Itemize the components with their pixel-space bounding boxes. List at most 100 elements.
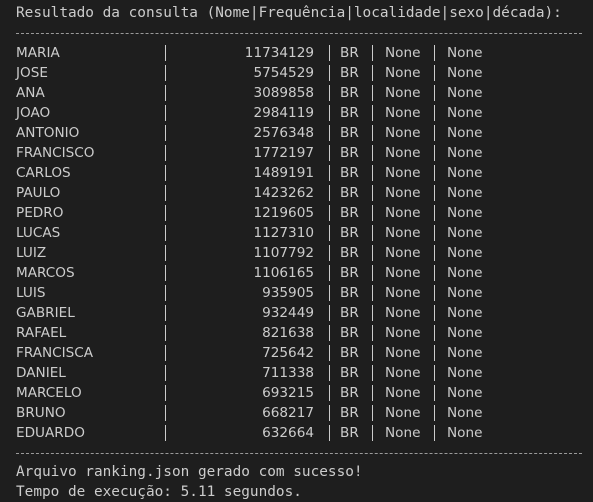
sex-cell: None: [385, 265, 421, 281]
decade-cell: None: [447, 385, 483, 401]
column-separator: [165, 225, 166, 241]
column-separator: [372, 265, 373, 281]
column-separator: [372, 185, 373, 201]
name-cell: ANTONIO: [16, 125, 80, 141]
table-row: PEDRO 1219605 BR None None: [0, 203, 593, 223]
name-cell: ANA: [16, 85, 45, 101]
frequency-cell: 1127310: [253, 225, 314, 241]
column-separator: [434, 405, 435, 421]
column-separator: [372, 125, 373, 141]
column-separator: [165, 265, 166, 281]
table-row: DANIEL 711338 BR None None: [0, 363, 593, 383]
column-separator: [165, 165, 166, 181]
table-row: PAULO 1423262 BR None None: [0, 183, 593, 203]
column-separator: [372, 425, 373, 441]
decade-cell: None: [447, 405, 483, 421]
name-cell: EDUARDO: [16, 425, 85, 441]
table-row: LUIZ 1107792 BR None None: [0, 243, 593, 263]
frequency-cell: 632664: [262, 425, 314, 441]
frequency-cell: 2984119: [253, 105, 314, 121]
name-cell: RAFAEL: [16, 325, 67, 341]
name-cell: LUIS: [16, 285, 46, 301]
table-row: GABRIEL 932449 BR None None: [0, 303, 593, 323]
query-header: Resultado da consulta (Nome|Frequência|l…: [16, 5, 562, 21]
column-separator: [329, 165, 330, 181]
column-separator: [165, 145, 166, 161]
column-separator: [165, 65, 166, 81]
column-separator: [165, 85, 166, 101]
column-separator: [329, 425, 330, 441]
column-separator: [165, 285, 166, 301]
frequency-cell: 821638: [262, 325, 314, 341]
column-separator: [329, 285, 330, 301]
locality-cell: BR: [340, 345, 359, 361]
sex-cell: None: [385, 305, 421, 321]
table-row: MARIA 11734129 BR None None: [0, 43, 593, 63]
column-separator: [372, 325, 373, 341]
column-separator: [372, 285, 373, 301]
column-separator: [434, 205, 435, 221]
name-cell: LUIZ: [16, 245, 47, 261]
frequency-cell: 2576348: [253, 125, 314, 141]
frequency-cell: 1489191: [253, 165, 314, 181]
locality-cell: BR: [340, 325, 359, 341]
table-row: ANA 3089858 BR None None: [0, 83, 593, 103]
column-separator: [372, 205, 373, 221]
locality-cell: BR: [340, 265, 359, 281]
table-row: RAFAEL 821638 BR None None: [0, 323, 593, 343]
column-separator: [165, 305, 166, 321]
locality-cell: BR: [340, 405, 359, 421]
column-separator: [372, 165, 373, 181]
column-separator: [372, 305, 373, 321]
column-separator: [329, 305, 330, 321]
locality-cell: BR: [340, 45, 359, 61]
column-separator: [434, 325, 435, 341]
column-separator: [372, 65, 373, 81]
column-separator: [372, 365, 373, 381]
column-separator: [434, 365, 435, 381]
table-row: LUIS 935905 BR None None: [0, 283, 593, 303]
sex-cell: None: [385, 425, 421, 441]
table-row: FRANCISCO 1772197 BR None None: [0, 143, 593, 163]
terminal-output: Resultado da consulta (Nome|Frequência|l…: [0, 0, 593, 502]
column-separator: [434, 345, 435, 361]
column-separator: [329, 365, 330, 381]
locality-cell: BR: [340, 225, 359, 241]
column-separator: [329, 145, 330, 161]
name-cell: CARLOS: [16, 165, 71, 181]
frequency-cell: 3089858: [253, 85, 314, 101]
sex-cell: None: [385, 365, 421, 381]
column-separator: [165, 325, 166, 341]
frequency-cell: 1106165: [253, 265, 314, 281]
locality-cell: BR: [340, 245, 359, 261]
column-separator: [434, 225, 435, 241]
column-separator: [372, 145, 373, 161]
sex-cell: None: [385, 85, 421, 101]
column-separator: [329, 85, 330, 101]
top-divider: [16, 23, 582, 43]
column-separator: [372, 45, 373, 61]
frequency-cell: 1772197: [253, 145, 314, 161]
frequency-cell: 668217: [262, 405, 314, 421]
table-row: FRANCISCA 725642 BR None None: [0, 343, 593, 363]
name-cell: PEDRO: [16, 205, 64, 221]
sex-cell: None: [385, 125, 421, 141]
locality-cell: BR: [340, 285, 359, 301]
column-separator: [165, 385, 166, 401]
table-row: JOAO 2984119 BR None None: [0, 103, 593, 123]
locality-cell: BR: [340, 185, 359, 201]
frequency-cell: 5754529: [253, 65, 314, 81]
column-separator: [329, 65, 330, 81]
decade-cell: None: [447, 125, 483, 141]
decade-cell: None: [447, 165, 483, 181]
column-separator: [165, 45, 166, 61]
sex-cell: None: [385, 385, 421, 401]
table-row: ANTONIO 2576348 BR None None: [0, 123, 593, 143]
column-separator: [372, 85, 373, 101]
name-cell: PAULO: [16, 185, 61, 201]
decade-cell: None: [447, 65, 483, 81]
frequency-cell: 1107792: [253, 245, 314, 261]
locality-cell: BR: [340, 205, 359, 221]
column-separator: [372, 245, 373, 261]
decade-cell: None: [447, 85, 483, 101]
